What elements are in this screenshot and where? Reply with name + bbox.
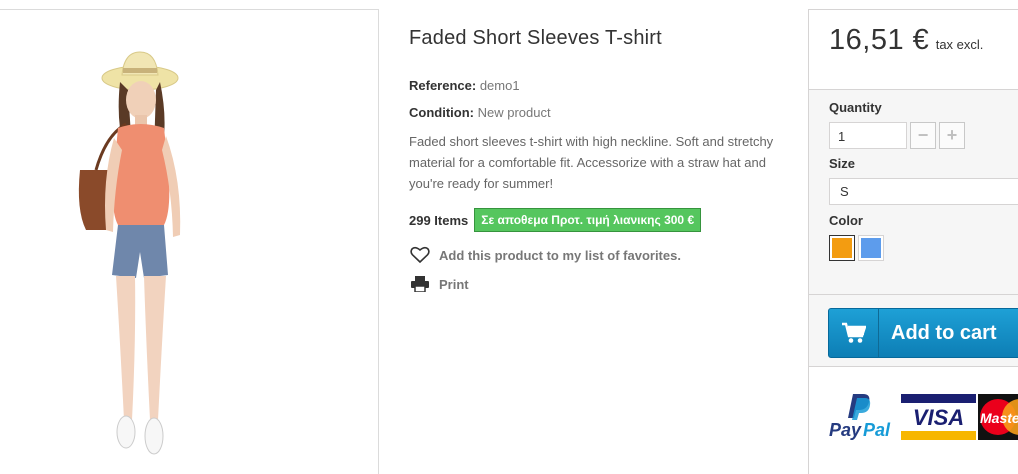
print-label: Print <box>439 276 469 292</box>
product-info: Faded Short Sleeves T-shirt Reference: d… <box>409 0 789 294</box>
quantity-plus-button[interactable]: + <box>939 122 965 149</box>
product-description: Faded short sleeves t-shirt with high ne… <box>409 134 774 191</box>
reference-label: Reference: <box>409 78 477 93</box>
color-swatches <box>829 235 1007 261</box>
heart-icon <box>409 245 431 265</box>
reference-line: Reference: demo1 <box>409 78 789 93</box>
favorites-label: Add this product to my list of favorites… <box>439 247 681 263</box>
color-swatch-blue-fill <box>861 238 881 258</box>
add-to-favorites-link[interactable]: Add this product to my list of favorites… <box>409 245 789 265</box>
tax-label: tax excl. <box>935 37 984 52</box>
quantity-row: 1 − + <box>829 122 1007 149</box>
color-swatch-orange[interactable] <box>829 235 855 261</box>
quantity-input[interactable]: 1 <box>829 122 907 149</box>
printer-icon <box>409 274 431 294</box>
add-to-cart-zone: Add to cart <box>809 294 1018 367</box>
stock-count: 299 Items <box>409 212 469 228</box>
paypal-text-1: Pay <box>829 420 862 440</box>
visa-logo: VISA <box>901 394 976 440</box>
size-label: Size <box>829 156 856 171</box>
reference-value: demo1 <box>479 78 520 93</box>
paypal-logo: Pay Pal <box>829 394 891 440</box>
quantity-minus-button[interactable]: − <box>910 122 936 149</box>
condition-value: New product <box>477 105 551 120</box>
price-box: 16,51 € tax excl. <box>809 10 1018 90</box>
add-to-cart-label: Add to cart <box>891 321 997 344</box>
product-image-frame[interactable] <box>0 9 379 474</box>
paypal-text-2: Pal <box>863 420 891 440</box>
visa-text: VISA <box>913 405 964 430</box>
mastercard-text: Maste <box>980 410 1018 426</box>
print-link[interactable]: Print <box>409 274 789 294</box>
buy-box: 16,51 € tax excl. Quantity 1 − + Size S … <box>808 9 1018 474</box>
quantity-label: Quantity <box>829 100 882 115</box>
product-title: Faded Short Sleeves T-shirt <box>409 27 662 49</box>
mastercard-logo: Maste <box>978 394 1018 440</box>
add-to-cart-button[interactable]: Add to cart <box>828 308 1018 358</box>
attributes-box: Quantity 1 − + Size S Color <box>809 90 1018 261</box>
stock-row: 299 Items Σε αποθεμα Προτ. τιμή λιανικης… <box>409 208 789 232</box>
cart-icon <box>829 309 879 357</box>
product-image[interactable] <box>40 20 220 470</box>
availability-badge: Σε αποθεμα Προτ. τιμή λιανικης 300 € <box>474 208 702 232</box>
payment-logos: Pay Pal VISA Maste <box>809 367 1018 474</box>
color-swatch-orange-fill <box>832 238 852 258</box>
condition-line: Condition: New product <box>409 105 789 120</box>
condition-label: Condition: <box>409 105 474 120</box>
color-swatch-blue[interactable] <box>858 235 884 261</box>
size-select[interactable]: S <box>829 178 1018 205</box>
color-label: Color <box>829 213 863 228</box>
price: 16,51 € <box>829 24 930 56</box>
